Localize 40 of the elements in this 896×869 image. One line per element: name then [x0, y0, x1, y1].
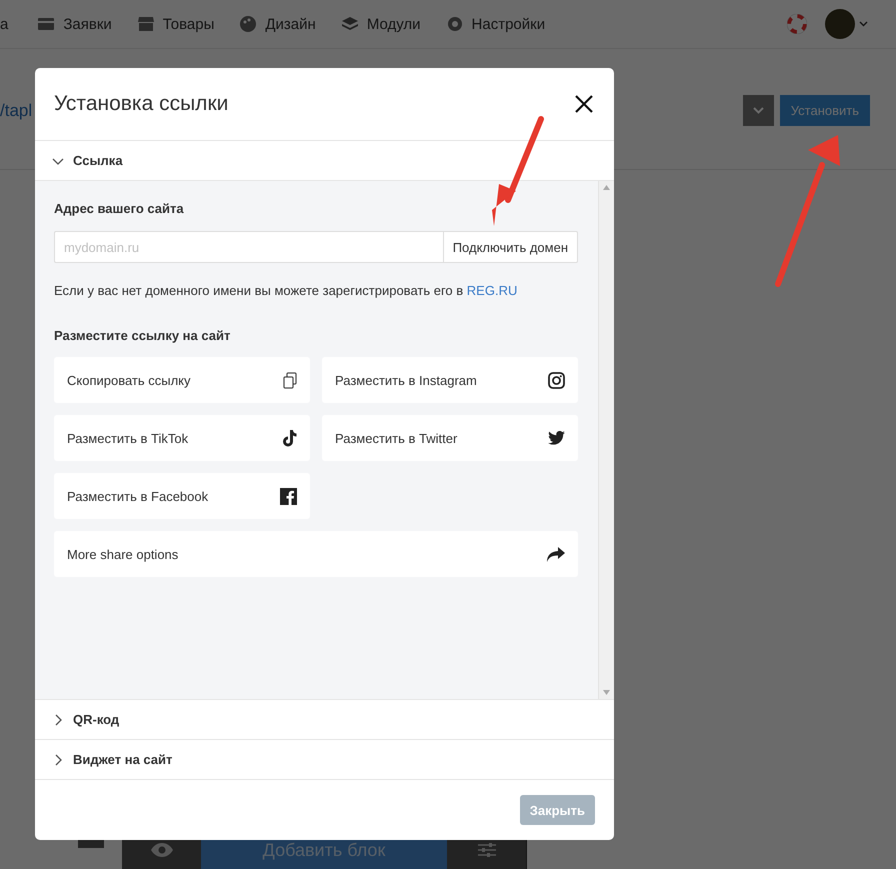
share-option[interactable]: Разместить в Twitter — [322, 415, 578, 461]
caret-icon[interactable] — [859, 21, 868, 27]
scrollbar[interactable] — [598, 181, 614, 699]
layers-icon — [342, 17, 358, 31]
nav-label: Заявки — [63, 16, 112, 32]
tiktok-icon — [282, 430, 297, 446]
hint-text: Если у вас нет доменного имени вы можете зарегистрировать его в REG.RU — [54, 283, 518, 298]
nav-label: Настройки — [472, 16, 546, 32]
scroll-up-icon[interactable] — [603, 185, 610, 190]
instagram-icon — [548, 372, 565, 388]
share-option[interactable]: Разместить в Instagram — [322, 357, 578, 403]
field-label: Адрес вашего сайта — [54, 201, 185, 216]
share-option[interactable]: More share options — [54, 531, 578, 577]
bird-icon — [548, 431, 565, 445]
nav-label: Товары — [162, 16, 214, 32]
chevron-down-icon — [752, 107, 764, 114]
card-icon — [38, 18, 54, 30]
share-heading: Разместите ссылку на сайт — [54, 328, 232, 343]
reg-link[interactable]: REG.RU — [466, 283, 518, 298]
share-arrow-icon — [547, 546, 565, 562]
copy-icon — [283, 372, 297, 388]
sliders-icon — [478, 842, 496, 858]
share-option[interactable]: Разместить в TikTok — [54, 415, 310, 461]
avatar[interactable] — [825, 9, 855, 39]
close-button[interactable] — [574, 94, 594, 114]
share-option[interactable]: Разместить в Facebook — [54, 473, 310, 519]
scroll-down-icon[interactable] — [603, 690, 610, 695]
nav-label: Модули — [366, 16, 421, 32]
lifebuoy-icon[interactable] — [787, 14, 807, 34]
nav-label: Дизайн — [265, 16, 316, 32]
store-icon — [138, 17, 154, 31]
share-option[interactable]: Скопировать ссылку — [54, 357, 310, 403]
settings-icon — [446, 16, 463, 32]
connect-domain-button[interactable]: Подключить домен — [442, 231, 578, 263]
domain-field[interactable]: mydomain.ru — [54, 231, 443, 263]
facebook-icon — [280, 488, 297, 504]
modal-title: Установка ссылки — [54, 92, 228, 116]
eye-icon — [150, 843, 172, 857]
palette-icon — [240, 16, 256, 32]
dropdown-button[interactable] — [742, 95, 774, 126]
